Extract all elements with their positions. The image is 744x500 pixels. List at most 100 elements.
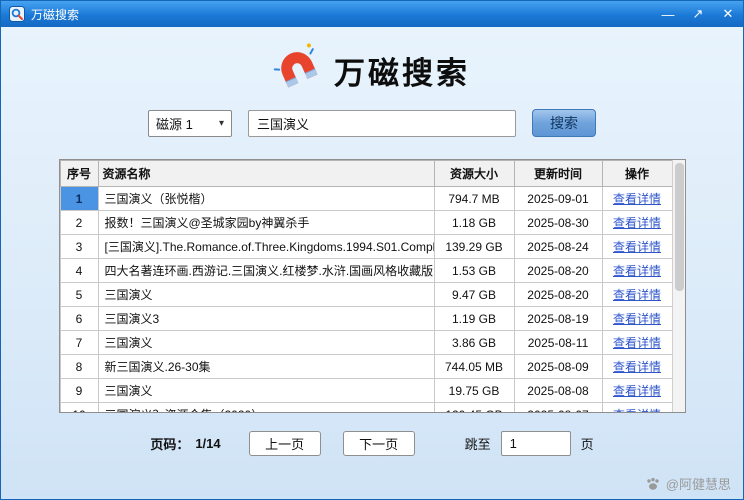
paw-icon [645, 476, 661, 492]
row-action-cell: 查看详情 [602, 355, 672, 379]
row-date-cell: 2025-08-08 [514, 379, 602, 403]
row-index-cell: 2 [60, 211, 98, 235]
row-date-cell: 2025-08-19 [514, 307, 602, 331]
chevron-down-icon: ▾ [219, 118, 224, 129]
pagination-bar: 页码： 1/14 上一页 下一页 跳至 页 [1, 431, 743, 456]
row-name-cell: 四大名著连环画.西游记.三国演义.红楼梦.水浒.国画风格收藏版 [98, 259, 434, 283]
row-action-cell: 查看详情 [602, 307, 672, 331]
magnet-icon [266, 38, 329, 101]
row-date-cell: 2025-08-09 [514, 355, 602, 379]
row-index-cell: 7 [60, 331, 98, 355]
results-table-viewport: 序号 资源名称 资源大小 更新时间 操作 1 三国演义（张悦楷） 794.7 M… [60, 160, 672, 412]
maximize-button[interactable]: ↗ [683, 1, 713, 27]
row-index-cell: 8 [60, 355, 98, 379]
view-detail-link[interactable]: 查看详情 [613, 240, 661, 254]
row-index-cell: 4 [60, 259, 98, 283]
row-date-cell: 2025-09-01 [514, 187, 602, 211]
row-size-cell: 139.29 GB [434, 235, 514, 259]
table-row[interactable]: 2 报数！三国演义@圣城家园by神翼杀手 1.18 GB 2025-08-30 … [60, 211, 672, 235]
row-size-cell: 744.05 MB [434, 355, 514, 379]
table-scrollbar[interactable] [672, 160, 685, 412]
jump-to-label: 跳至 [465, 434, 491, 453]
row-date-cell: 2025-08-11 [514, 331, 602, 355]
row-date-cell: 2025-08-30 [514, 211, 602, 235]
row-name-cell: 三国演义？资源合集（2020） [98, 403, 434, 413]
page-number-value: 1/14 [195, 436, 220, 451]
scrollbar-thumb[interactable] [675, 163, 684, 291]
table-row[interactable]: 4 四大名著连环画.西游记.三国演义.红楼梦.水浒.国画风格收藏版 1.53 G… [60, 259, 672, 283]
row-date-cell: 2025-08-20 [514, 259, 602, 283]
page-unit-label: 页 [581, 434, 594, 453]
logo-row: 万磁搜索 [1, 45, 743, 95]
view-detail-link[interactable]: 查看详情 [613, 360, 661, 374]
jump-page-input[interactable] [501, 431, 571, 456]
source-select[interactable]: 磁源 1 ▾ [148, 110, 232, 137]
view-detail-link[interactable]: 查看详情 [613, 384, 661, 398]
row-index-cell: 10 [60, 403, 98, 413]
table-header-row: 序号 资源名称 资源大小 更新时间 操作 [60, 161, 672, 187]
row-size-cell: 1.53 GB [434, 259, 514, 283]
row-size-cell: 9.47 GB [434, 283, 514, 307]
app-window: 万磁搜索 — ↗ ✕ 万磁搜索 磁源 1 ▾ 搜索 序 [0, 0, 744, 500]
row-size-cell: 794.7 MB [434, 187, 514, 211]
watermark: @阿健慧思 [645, 474, 731, 493]
row-name-cell: 三国演义 [98, 379, 434, 403]
minimize-button[interactable]: — [653, 1, 683, 27]
table-row[interactable]: 3 [三国演义].The.Romance.of.Three.Kingdoms.1… [60, 235, 672, 259]
view-detail-link[interactable]: 查看详情 [613, 408, 661, 412]
row-size-cell: 1.18 GB [434, 211, 514, 235]
results-table: 序号 资源名称 资源大小 更新时间 操作 1 三国演义（张悦楷） 794.7 M… [60, 160, 672, 412]
source-select-value: 磁源 1 [156, 114, 193, 133]
row-action-cell: 查看详情 [602, 235, 672, 259]
row-index-cell: 6 [60, 307, 98, 331]
col-header-name: 资源名称 [98, 161, 434, 187]
col-header-date: 更新时间 [514, 161, 602, 187]
row-index-cell: 3 [60, 235, 98, 259]
titlebar[interactable]: 万磁搜索 — ↗ ✕ [1, 1, 743, 27]
row-name-cell: 报数！三国演义@圣城家园by神翼杀手 [98, 211, 434, 235]
close-button[interactable]: ✕ [713, 1, 743, 27]
table-row[interactable]: 9 三国演义 19.75 GB 2025-08-08 查看详情 [60, 379, 672, 403]
row-size-cell: 3.86 GB [434, 331, 514, 355]
results-table-container: 序号 资源名称 资源大小 更新时间 操作 1 三国演义（张悦楷） 794.7 M… [59, 159, 686, 413]
row-action-cell: 查看详情 [602, 211, 672, 235]
table-row[interactable]: 10 三国演义？资源合集（2020） 120.45 GB 2025-08-07 … [60, 403, 672, 413]
row-action-cell: 查看详情 [602, 403, 672, 413]
search-input[interactable] [248, 110, 516, 137]
col-header-index: 序号 [60, 161, 98, 187]
logo-title: 万磁搜索 [334, 48, 470, 93]
row-index-cell: 5 [60, 283, 98, 307]
row-size-cell: 19.75 GB [434, 379, 514, 403]
row-name-cell: 三国演义（张悦楷） [98, 187, 434, 211]
view-detail-link[interactable]: 查看详情 [613, 192, 661, 206]
table-row[interactable]: 1 三国演义（张悦楷） 794.7 MB 2025-09-01 查看详情 [60, 187, 672, 211]
row-index-cell: 1 [60, 187, 98, 211]
row-name-cell: 三国演义 [98, 283, 434, 307]
row-name-cell: 新三国演义.26-30集 [98, 355, 434, 379]
next-page-button[interactable]: 下一页 [343, 431, 415, 456]
row-action-cell: 查看详情 [602, 259, 672, 283]
view-detail-link[interactable]: 查看详情 [613, 264, 661, 278]
view-detail-link[interactable]: 查看详情 [613, 288, 661, 302]
row-name-cell: [三国演义].The.Romance.of.Three.Kingdoms.199… [98, 235, 434, 259]
row-action-cell: 查看详情 [602, 331, 672, 355]
window-title: 万磁搜索 [31, 6, 653, 23]
row-name-cell: 三国演义 [98, 331, 434, 355]
page-number-label: 页码： [150, 434, 189, 453]
prev-page-button[interactable]: 上一页 [249, 431, 321, 456]
table-row[interactable]: 6 三国演义3 1.19 GB 2025-08-19 查看详情 [60, 307, 672, 331]
row-date-cell: 2025-08-07 [514, 403, 602, 413]
app-icon [9, 6, 25, 22]
search-row: 磁源 1 ▾ 搜索 [1, 109, 743, 137]
search-button[interactable]: 搜索 [532, 109, 596, 137]
view-detail-link[interactable]: 查看详情 [613, 312, 661, 326]
row-action-cell: 查看详情 [602, 283, 672, 307]
table-row[interactable]: 7 三国演义 3.86 GB 2025-08-11 查看详情 [60, 331, 672, 355]
table-row[interactable]: 8 新三国演义.26-30集 744.05 MB 2025-08-09 查看详情 [60, 355, 672, 379]
row-index-cell: 9 [60, 379, 98, 403]
row-action-cell: 查看详情 [602, 187, 672, 211]
view-detail-link[interactable]: 查看详情 [613, 336, 661, 350]
watermark-text: @阿健慧思 [666, 474, 731, 493]
table-row[interactable]: 5 三国演义 9.47 GB 2025-08-20 查看详情 [60, 283, 672, 307]
view-detail-link[interactable]: 查看详情 [613, 216, 661, 230]
